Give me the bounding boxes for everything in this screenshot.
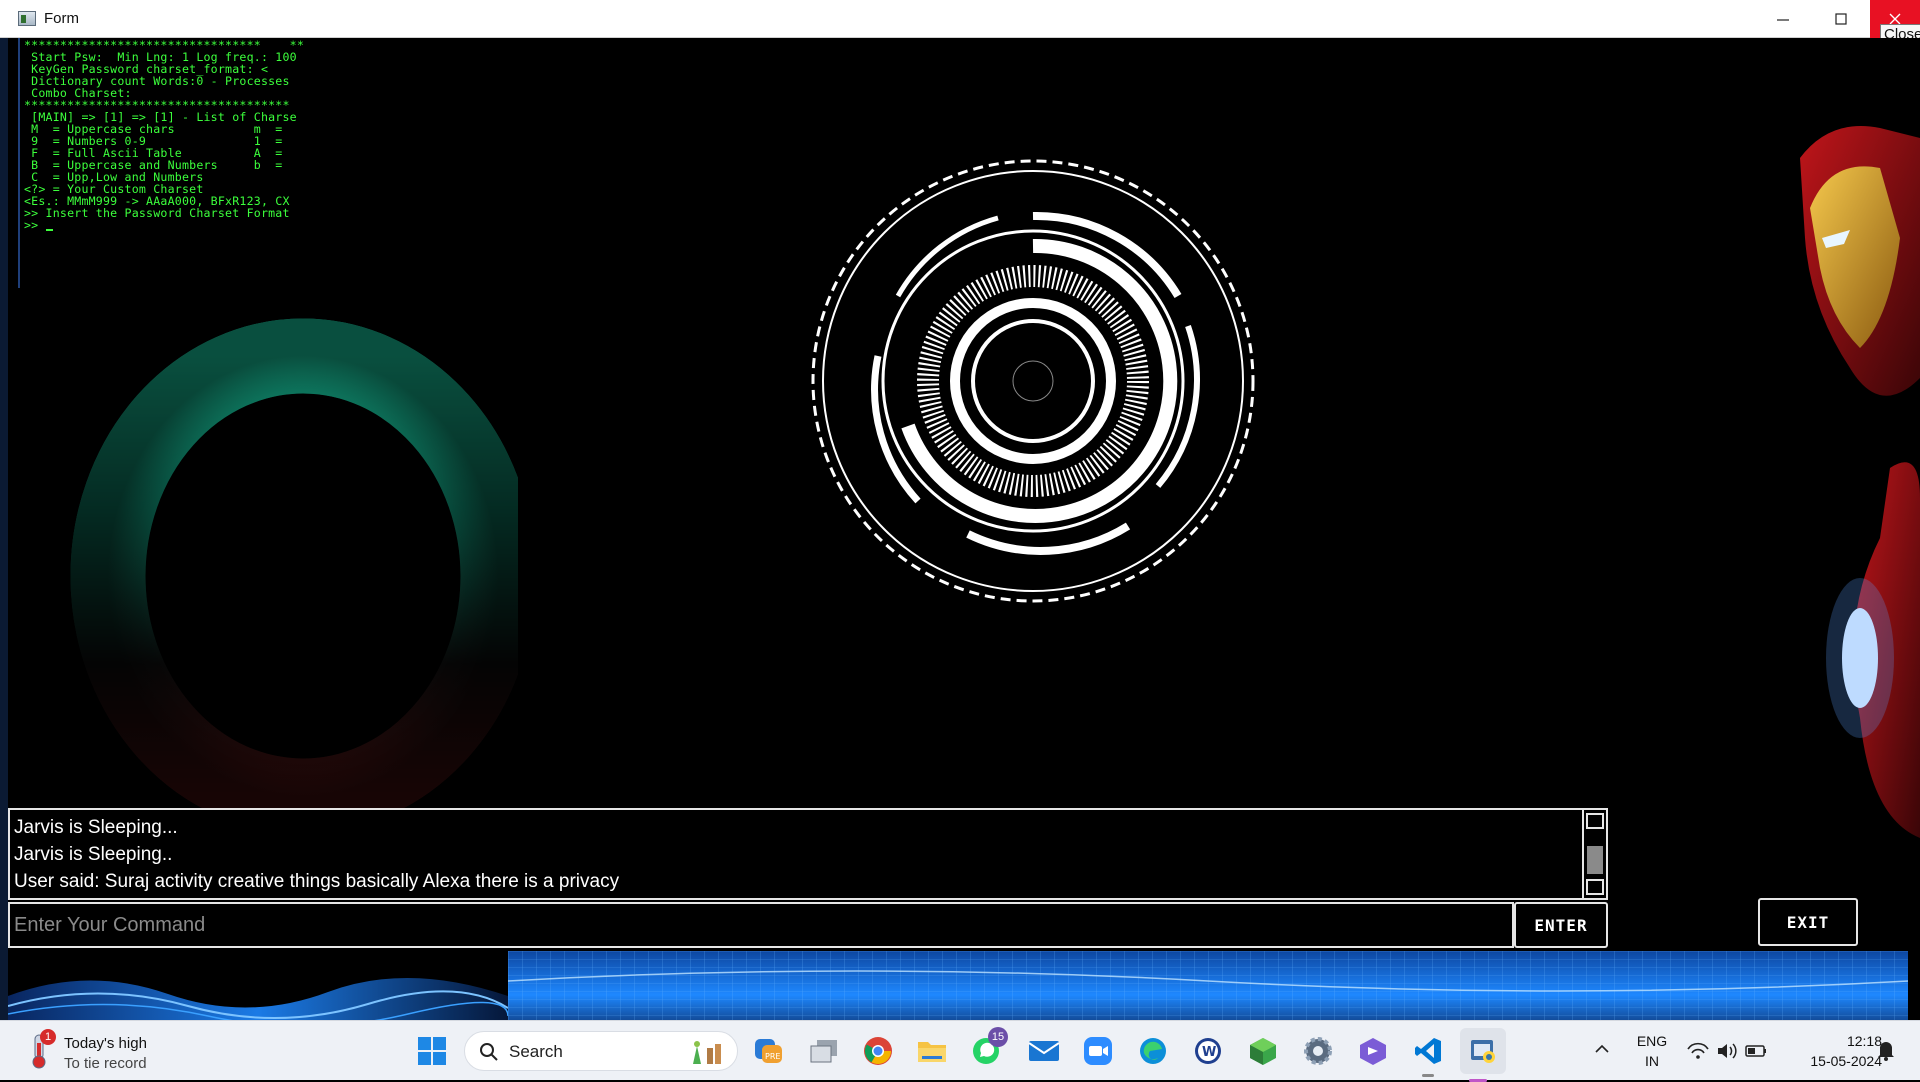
vscode-icon	[1415, 1038, 1441, 1064]
taskbar-app-mail[interactable]	[1026, 1033, 1062, 1069]
language-indicator[interactable]: ENG IN	[1632, 1031, 1672, 1071]
word-icon: W	[1195, 1038, 1221, 1064]
taskbar-app-word[interactable]: W	[1190, 1033, 1226, 1069]
python-icon	[1471, 1040, 1495, 1063]
weather-widget[interactable]: 1 Today's high To tie record	[26, 1029, 226, 1073]
search-highlight-icon	[693, 1041, 721, 1064]
volume-icon	[1718, 1043, 1737, 1059]
task-view-icon	[810, 1040, 837, 1063]
chevron-up-icon[interactable]	[1592, 1039, 1612, 1059]
maximize-button[interactable]	[1812, 0, 1870, 38]
clock-date: 15-05-2024	[1810, 1053, 1882, 1069]
console-line: >> Insert the Password Charset Format	[24, 206, 290, 220]
svg-text:PRE: PRE	[765, 1052, 780, 1061]
log-output-box[interactable]: Jarvis is Sleeping... Jarvis is Sleeping…	[8, 808, 1608, 900]
taskbar-app-minecraft[interactable]	[1245, 1033, 1281, 1069]
scroll-down-button[interactable]	[1586, 879, 1604, 895]
running-indicator	[1422, 1074, 1434, 1077]
console-line: >>	[24, 219, 320, 231]
window-title: Form	[44, 10, 79, 27]
language-code: ENG	[1636, 1033, 1668, 1049]
mail-icon	[1028, 1041, 1060, 1061]
console-output: ********************************* ** Sta…	[20, 38, 320, 231]
windows-taskbar: 1 Today's high To tie record Search PRE …	[0, 1020, 1920, 1082]
taskbar-app-taskview[interactable]	[806, 1033, 842, 1069]
exit-button[interactable]: EXIT	[1758, 898, 1858, 946]
settings-icon	[1304, 1037, 1332, 1065]
app-form-icon	[18, 11, 36, 26]
weather-alert-badge: 1	[40, 1029, 56, 1045]
window-titlebar: Form Close	[0, 0, 1920, 45]
embedded-console[interactable]: ********************************* ** Sta…	[18, 38, 320, 288]
taskbar-app-explorer[interactable]	[914, 1033, 950, 1069]
app-body: ********************************* ** Sta…	[0, 38, 1920, 1020]
zoom-icon	[1084, 1037, 1112, 1065]
weather-subtitle: To tie record	[64, 1055, 147, 1072]
scroll-up-button[interactable]	[1586, 813, 1604, 829]
start-button[interactable]	[414, 1033, 450, 1069]
search-icon	[480, 1043, 498, 1061]
taskbar-app-copilot[interactable]: PRE	[750, 1033, 786, 1069]
copilot-pre-icon: PRE	[755, 1039, 782, 1063]
taskbar-app-edge[interactable]	[1135, 1033, 1171, 1069]
edge-icon	[1140, 1038, 1166, 1064]
taskbar-app-python[interactable]	[1460, 1028, 1506, 1082]
svg-text:W: W	[1202, 1045, 1216, 1060]
chrome-icon	[864, 1037, 892, 1065]
green-ring-graphic	[70, 318, 518, 826]
window-left-edge	[0, 38, 8, 1020]
taskbar-app-chrome[interactable]	[860, 1033, 896, 1069]
wifi-icon	[1687, 1042, 1709, 1059]
ironman-image	[1800, 126, 1920, 838]
wave-left-graphic	[8, 978, 508, 1020]
taskbar-app-visual-studio[interactable]	[1355, 1033, 1391, 1069]
log-lines: Jarvis is Sleeping... Jarvis is Sleeping…	[14, 814, 619, 895]
region-code: IN	[1645, 1053, 1659, 1069]
system-tray-icons[interactable]	[1684, 1039, 1774, 1063]
windows-start-icon	[418, 1037, 446, 1065]
minimize-button[interactable]	[1754, 0, 1812, 38]
taskbar-app-whatsapp[interactable]: 15	[968, 1027, 1008, 1069]
taskbar-app-settings[interactable]	[1300, 1033, 1336, 1069]
taskbar-app-zoom[interactable]	[1080, 1033, 1116, 1069]
weather-title: Today's high	[64, 1035, 147, 1052]
file-explorer-icon	[918, 1042, 946, 1062]
system-clock[interactable]: 12:18 15-05-2024	[1782, 1031, 1882, 1071]
search-label: Search	[509, 1042, 563, 1061]
wave-right-graphic	[508, 951, 1908, 1020]
clock-time: 12:18	[1846, 1033, 1882, 1049]
log-line: Jarvis is Sleeping..	[14, 844, 173, 865]
taskbar-app-vscode[interactable]	[1410, 1033, 1446, 1077]
whatsapp-notification-badge: 15	[988, 1027, 1008, 1047]
taskbar-search-box[interactable]: Search	[464, 1031, 738, 1071]
console-cursor	[45, 229, 53, 231]
minecraft-icon	[1250, 1038, 1276, 1065]
scroll-thumb[interactable]	[1587, 846, 1603, 874]
visual-studio-icon	[1360, 1038, 1386, 1065]
log-line: User said: Suraj activity creative thing…	[14, 871, 620, 892]
log-line: Jarvis is Sleeping...	[14, 817, 178, 838]
command-input[interactable]	[8, 902, 1514, 948]
minimize-icon	[1777, 19, 1789, 21]
jarvis-hud-graphic	[811, 159, 1255, 603]
log-scrollbar[interactable]	[1582, 810, 1606, 898]
maximize-icon	[1835, 13, 1847, 25]
notification-bell-icon[interactable]	[1876, 1039, 1896, 1061]
enter-button[interactable]: ENTER	[1514, 902, 1608, 948]
battery-icon	[1745, 1045, 1766, 1057]
